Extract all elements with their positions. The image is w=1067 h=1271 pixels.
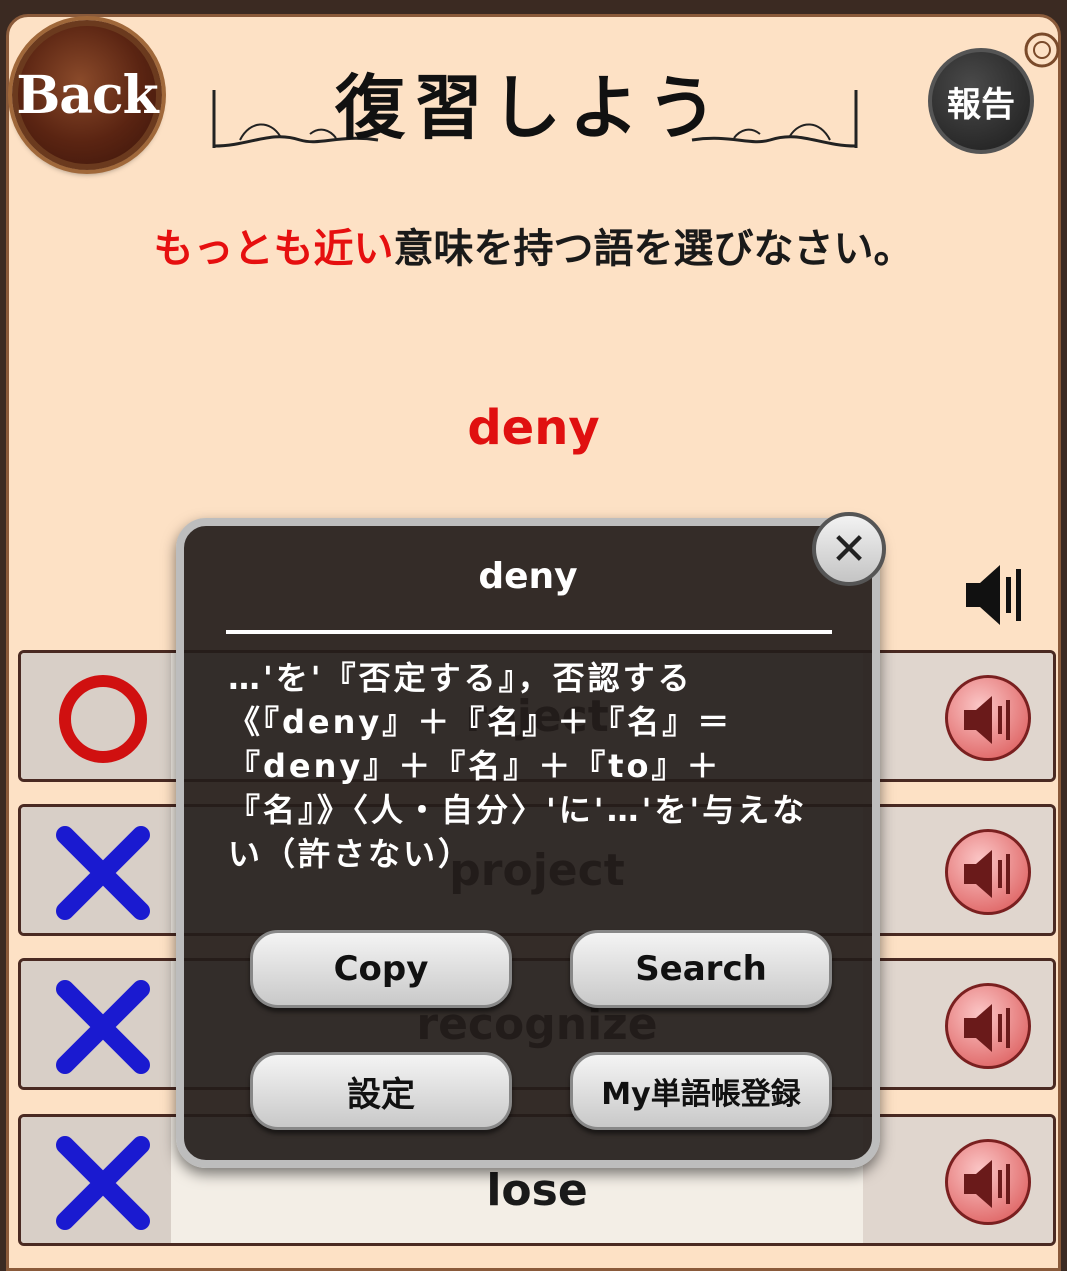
cross-icon <box>56 1136 150 1230</box>
settings-button[interactable]: 設定 <box>250 1052 512 1130</box>
speaker-icon[interactable] <box>962 555 1026 635</box>
speaker-icon <box>964 696 1010 744</box>
instruction-text: もっとも近い意味を持つ語を選びなさい。 <box>0 216 1067 274</box>
question-word: deny <box>467 400 600 456</box>
instruction-rest: 意味を持つ語を選びなさい。 <box>393 226 914 272</box>
popup-definition: …'を'『否定する』，否認する《『deny』＋『名』＋『名』＝『deny』＋『名… <box>228 659 808 873</box>
cross-icon <box>56 826 150 920</box>
corner-ornament <box>1024 32 1060 68</box>
circle-icon <box>59 675 147 763</box>
choice-speaker-button[interactable] <box>945 983 1031 1069</box>
popup-title: deny <box>478 556 578 597</box>
speaker-icon <box>964 1004 1010 1052</box>
back-button[interactable]: Back <box>12 20 162 170</box>
choice-speaker-button[interactable] <box>945 1139 1031 1225</box>
speaker-icon <box>964 850 1010 898</box>
dictionary-popup: deny …'を'『否定する』，否認する《『deny』＋『名』＋『名』＝『den… <box>176 518 880 1168</box>
copy-button[interactable]: Copy <box>250 930 512 1008</box>
instruction-highlight: もっとも近い <box>153 226 394 272</box>
popup-divider <box>226 630 832 634</box>
choice-speaker-button[interactable] <box>945 675 1031 761</box>
cross-icon <box>56 980 150 1074</box>
choice-speaker-button[interactable] <box>945 829 1031 915</box>
title-ornament-right <box>691 90 858 148</box>
page-title: 復習しよう <box>335 66 725 149</box>
my-wordbook-button[interactable]: My単語帳登録 <box>570 1052 832 1130</box>
search-button[interactable]: Search <box>570 930 832 1008</box>
speaker-icon <box>964 1160 1010 1208</box>
close-icon[interactable]: ✕ <box>812 512 886 586</box>
